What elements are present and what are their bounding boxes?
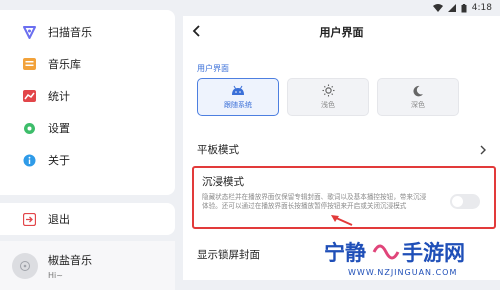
chevron-right-icon (480, 140, 486, 159)
watermark: 宁静 手游网 WWW.NZJINGUAN.COM (318, 232, 500, 280)
exit-icon (22, 212, 36, 226)
stats-icon (22, 89, 36, 103)
section-label: 用户界面 (197, 64, 229, 73)
theme-label: 跟随系统 (224, 101, 252, 109)
toggle-knob (452, 196, 463, 207)
topbar: 用户界面 (183, 16, 500, 48)
sidebar-item-scan-music[interactable]: 扫描音乐 (0, 16, 175, 48)
sidebar-item-settings[interactable]: 设置 (0, 112, 175, 144)
lockscreen-cover-label: 显示锁屏封面 (197, 249, 260, 261)
lockscreen-cover-row[interactable]: 显示锁屏封面 (197, 247, 260, 262)
sidebar-item-label: 关于 (48, 154, 70, 167)
scan-icon (22, 25, 36, 39)
sidebar-menu: 扫描音乐 音乐库 统计 设置 关于 (0, 10, 175, 195)
exit-label: 退出 (48, 213, 70, 226)
theme-option-follow-system[interactable]: 跟随系统 (197, 78, 279, 116)
immersive-mode-label: 沉浸模式 (202, 176, 244, 188)
watermark-brand: 宁静 (324, 241, 366, 265)
player-subtitle: Hi~ (48, 270, 63, 280)
exit-button[interactable]: 退出 (0, 203, 175, 235)
sidebar-item-label: 音乐库 (48, 58, 81, 71)
sidebar-item-about[interactable]: 关于 (0, 144, 175, 176)
info-icon (22, 153, 36, 167)
status-time: 4:18 (471, 3, 492, 13)
sidebar-item-label: 扫描音乐 (48, 26, 92, 39)
immersive-mode-toggle[interactable] (450, 194, 480, 209)
tablet-mode-row[interactable]: 平板模式 (197, 138, 486, 160)
player-title: 椒盐音乐 (48, 253, 92, 267)
library-icon (22, 57, 36, 71)
tablet-mode-label: 平板模式 (197, 143, 239, 156)
battery-icon (461, 3, 467, 13)
sidebar-item-exit[interactable]: 退出 (0, 203, 175, 235)
sun-icon (322, 84, 335, 97)
sidebar-item-stats[interactable]: 统计 (0, 80, 175, 112)
red-arrow-icon (330, 213, 354, 232)
sidebar-item-music-library[interactable]: 音乐库 (0, 48, 175, 80)
sidebar-item-label: 设置 (48, 122, 70, 135)
moon-icon (412, 84, 424, 97)
gear-icon (22, 121, 36, 135)
sidebar: 扫描音乐 音乐库 统计 设置 关于 退出 椒盐音乐 Hi~ (0, 10, 175, 290)
signal-icon (447, 4, 456, 12)
immersive-mode-description: 隐藏状态栏并在播放界面仅保留专辑封面、歌词以及基本播控按钮，带来沉浸体验。还可以… (202, 193, 427, 210)
theme-label: 深色 (411, 101, 425, 109)
theme-option-light[interactable]: 浅色 (287, 78, 369, 116)
mini-player[interactable]: 椒盐音乐 Hi~ (0, 241, 175, 290)
watermark-brand2: 手游网 (402, 241, 465, 265)
wifi-icon (432, 4, 443, 12)
page-title: 用户界面 (319, 26, 364, 39)
album-disc-icon (12, 252, 38, 279)
theme-option-dark[interactable]: 深色 (377, 78, 459, 116)
sidebar-item-label: 统计 (48, 90, 70, 103)
theme-selector: 跟随系统 浅色 深色 (197, 78, 459, 116)
theme-label: 浅色 (321, 101, 335, 109)
android-icon (231, 84, 245, 97)
watermark-url: WWW.NZJINGUAN.COM (348, 268, 457, 277)
